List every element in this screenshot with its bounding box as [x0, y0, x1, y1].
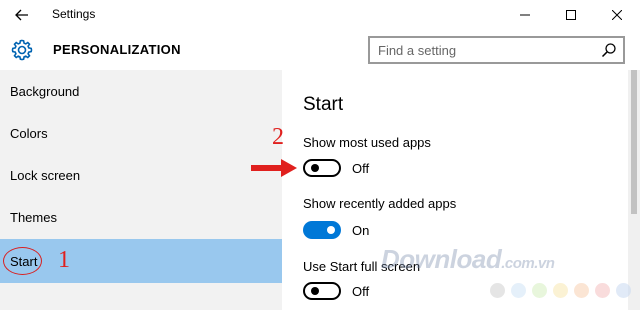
gear-icon: [11, 39, 33, 61]
search-box[interactable]: [368, 36, 625, 64]
toggle-state-full-screen: Off: [352, 284, 370, 299]
toggle-knob: [311, 287, 319, 295]
watermark-dot: [490, 283, 505, 298]
watermark-suffix: .com.vn: [501, 255, 555, 272]
title-bar: Settings: [0, 0, 640, 30]
sidebar-item-label: Colors: [10, 125, 48, 141]
setting-label-most-used: Show most used apps: [303, 135, 431, 150]
back-arrow-icon: [15, 9, 28, 21]
toggle-knob: [327, 226, 335, 234]
watermark-logo: Download.com.vn: [381, 244, 555, 275]
toggle-state-most-used: Off: [352, 161, 370, 176]
watermark-dot: [532, 283, 547, 298]
minimize-button[interactable]: [502, 0, 548, 30]
highlight-circle-annotation: [3, 247, 42, 275]
toggle-recently-added-apps[interactable]: [303, 221, 341, 239]
sidebar-item-label: Lock screen: [10, 167, 81, 183]
scrollbar-thumb[interactable]: [631, 70, 637, 214]
page-title: Start: [303, 94, 344, 115]
search-input[interactable]: [370, 38, 595, 62]
scrollbar[interactable]: [628, 70, 640, 310]
maximize-icon: [566, 10, 576, 20]
red-arrow-annotation: [251, 159, 297, 177]
sidebar-item-label: Background: [10, 83, 80, 99]
watermark-dot: [574, 283, 589, 298]
step-2-annotation: 2: [272, 124, 284, 150]
step-1-annotation: 1: [58, 247, 70, 273]
sidebar-item-background[interactable]: Background: [0, 70, 282, 112]
window-controls: [502, 0, 640, 30]
sidebar-item-lock-screen[interactable]: Lock screen: [0, 154, 282, 196]
minimize-icon: [520, 14, 530, 16]
section-title: PERSONALIZATION: [53, 42, 181, 57]
toggle-knob: [311, 164, 319, 172]
watermark-dot: [595, 283, 610, 298]
sidebar: Background Colors Lock screen Themes Sta…: [0, 70, 282, 310]
maximize-button[interactable]: [548, 0, 594, 30]
watermark-dot: [511, 283, 526, 298]
setting-label-recently-added: Show recently added apps: [303, 196, 457, 211]
toggle-most-used-apps[interactable]: [303, 159, 341, 177]
toggle-state-recently-added: On: [352, 223, 370, 238]
search-icon[interactable]: [601, 42, 617, 58]
watermark-dot: [553, 283, 568, 298]
settings-header: PERSONALIZATION: [0, 30, 640, 70]
close-button[interactable]: [594, 0, 640, 30]
sidebar-item-colors[interactable]: Colors: [0, 112, 282, 154]
window-title: Settings: [52, 7, 96, 21]
back-button[interactable]: [0, 0, 44, 30]
watermark-dot: [616, 283, 631, 298]
close-icon: [612, 10, 622, 20]
watermark-dots: [490, 283, 631, 298]
watermark-text: Download: [381, 244, 502, 274]
sidebar-item-themes[interactable]: Themes: [0, 196, 282, 238]
sidebar-item-start[interactable]: Start 1: [0, 239, 282, 283]
sidebar-item-label: Themes: [10, 209, 57, 225]
toggle-full-screen[interactable]: [303, 282, 341, 300]
